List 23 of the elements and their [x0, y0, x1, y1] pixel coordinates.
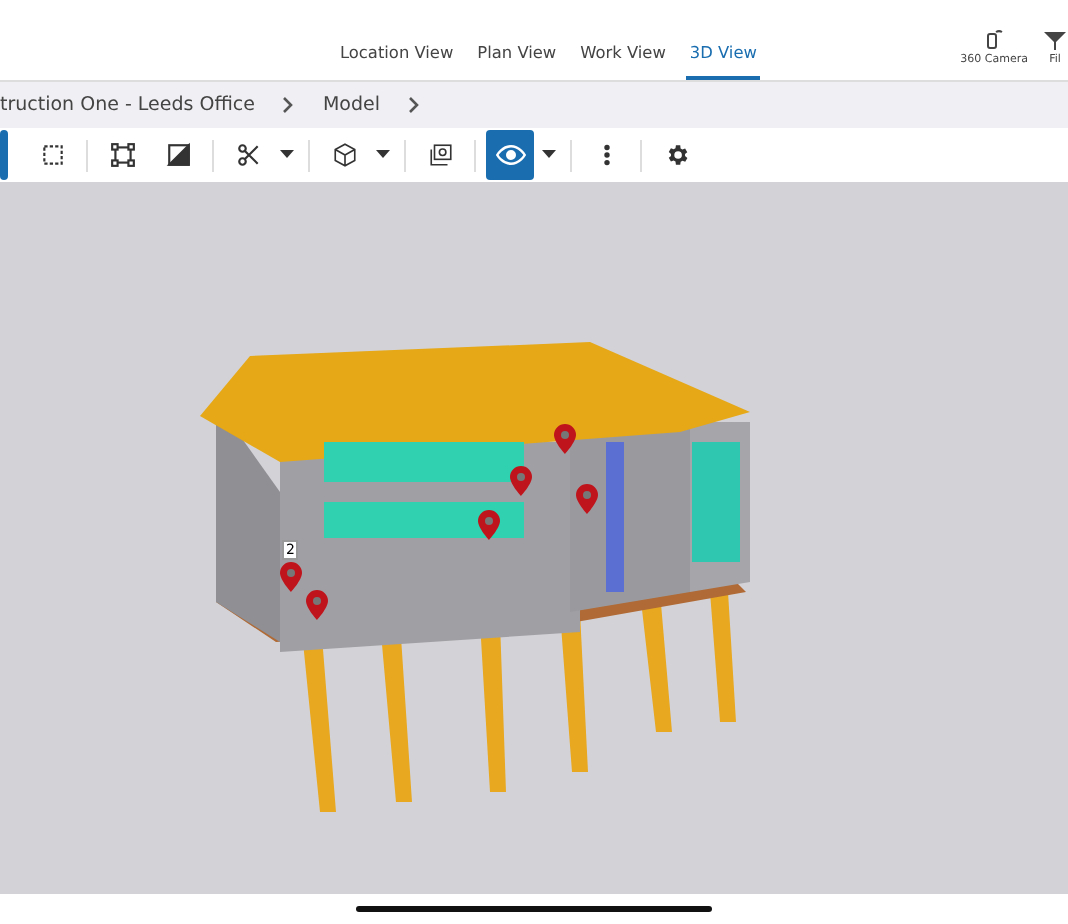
breadcrumb-link[interactable]: Model: [322, 94, 380, 116]
caret-icon[interactable]: [376, 150, 390, 160]
contrast-icon: [165, 142, 191, 168]
breadcrumb-link[interactable]: truction One - Leeds Office: [0, 94, 255, 116]
view-tab[interactable]: Plan View: [473, 42, 561, 80]
map-pin-icon[interactable]: [510, 466, 532, 496]
settings-icon: [663, 142, 689, 168]
bounding-box-icon: [109, 142, 135, 168]
selection-icon: [39, 142, 65, 168]
caret-icon[interactable]: [280, 150, 294, 160]
eye-icon: [495, 140, 525, 170]
layers-icon: [427, 142, 453, 168]
chevron-right-icon: [407, 96, 420, 114]
scissors-icon: [235, 142, 261, 168]
cube-icon: [331, 142, 357, 168]
chevron-right-icon: [282, 96, 295, 114]
view-tab[interactable]: Location View: [336, 42, 458, 80]
map-pin-icon[interactable]: [478, 510, 500, 540]
view-tab[interactable]: Work View: [576, 42, 670, 80]
filter-icon: [1044, 28, 1066, 50]
map-pin-icon[interactable]: [554, 424, 576, 454]
camera-icon: [985, 28, 1004, 50]
caret-icon[interactable]: [542, 150, 556, 160]
